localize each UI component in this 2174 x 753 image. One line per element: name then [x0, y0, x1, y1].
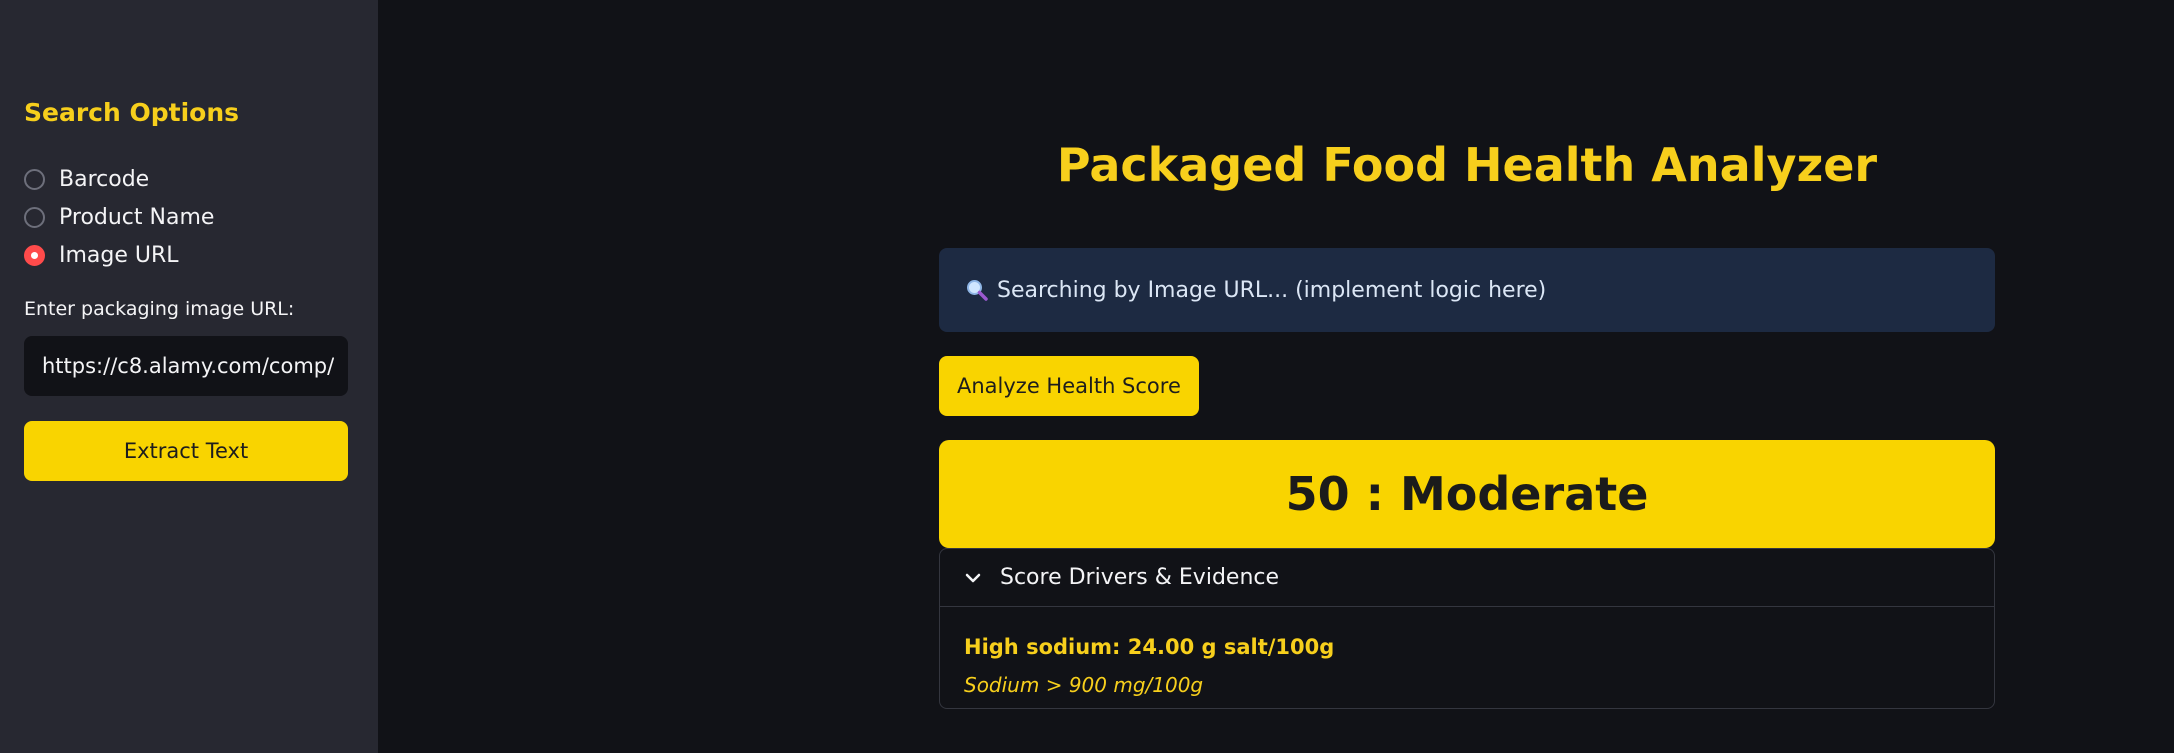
- score-drivers-expander: Score Drivers & Evidence High sodium: 24…: [939, 548, 1995, 709]
- info-message-text: Searching by Image URL... (implement log…: [997, 277, 1547, 303]
- score-driver-title: High sodium: 24.00 g salt/100g: [964, 635, 1335, 659]
- radio-option-image-url[interactable]: Image URL: [24, 236, 214, 274]
- radio-label-barcode: Barcode: [59, 166, 150, 192]
- image-url-input[interactable]: [24, 336, 348, 396]
- extract-text-button[interactable]: Extract Text: [24, 421, 348, 481]
- score-drivers-expander-header[interactable]: Score Drivers & Evidence: [940, 549, 1994, 607]
- radio-option-barcode[interactable]: Barcode: [24, 160, 214, 198]
- health-score-banner: 50 : Moderate: [939, 440, 1995, 548]
- app-root: Search Options Barcode Product Name Imag…: [0, 0, 2174, 753]
- sidebar: Search Options Barcode Product Name Imag…: [0, 0, 378, 753]
- radio-label-product-name: Product Name: [59, 204, 215, 230]
- magnifier-icon: [967, 280, 988, 301]
- radio-button-image-url[interactable]: [24, 244, 45, 266]
- radio-button-barcode[interactable]: [24, 168, 45, 190]
- analyze-health-score-button[interactable]: Analyze Health Score: [939, 356, 1199, 416]
- page-title: Packaged Food Health Analyzer: [1056, 138, 1878, 192]
- search-options-radio-group: Barcode Product Name Image URL: [24, 160, 214, 274]
- chevron-down-icon[interactable]: [964, 569, 982, 587]
- radio-button-product-name[interactable]: [24, 206, 45, 228]
- health-score-text: 50 : Moderate: [1285, 467, 1649, 521]
- score-driver-detail: Sodium > 900 mg/100g: [964, 673, 1204, 697]
- radio-label-image-url: Image URL: [59, 242, 179, 268]
- sidebar-title: Search Options: [24, 98, 240, 127]
- score-drivers-expander-title: Score Drivers & Evidence: [1000, 565, 1280, 590]
- image-url-field-label: Enter packaging image URL:: [24, 298, 295, 320]
- radio-option-product-name[interactable]: Product Name: [24, 198, 214, 236]
- info-message-box: Searching by Image URL... (implement log…: [939, 248, 1995, 332]
